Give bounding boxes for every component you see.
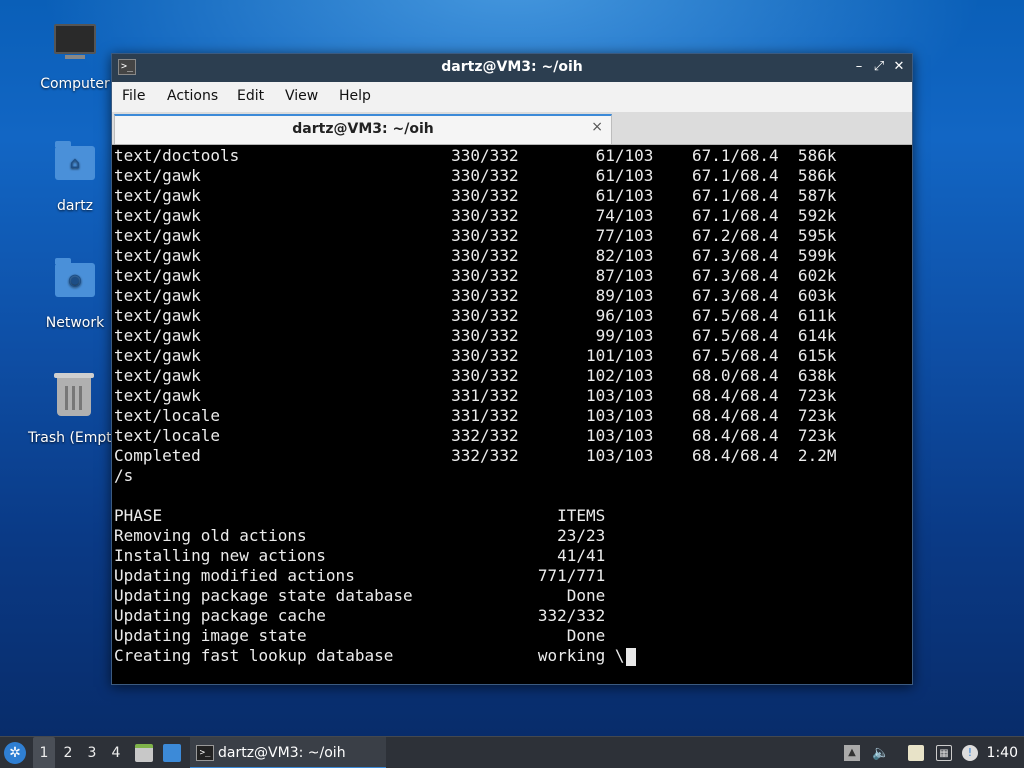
desktop-icon-label: Computer	[40, 76, 110, 92]
desktop-icon-label: Trash (Empty)	[28, 430, 123, 446]
taskbar-task-terminal[interactable]: >_ dartz@VM3: ~/oih	[190, 737, 386, 768]
terminal-line: Installing new actions 41/41	[114, 546, 606, 565]
terminal-output[interactable]: text/doctools 330/332 61/103 67.1/68.4 5…	[114, 146, 910, 682]
notification-icon[interactable]: !	[962, 745, 978, 761]
tab-label: dartz@VM3: ~/oih	[292, 121, 434, 137]
terminal-line: text/locale 332/332 103/103 68.4/68.4 72…	[114, 426, 837, 445]
terminal-line: Updating image state Done	[114, 626, 606, 645]
window-title: dartz@VM3: ~/oih	[441, 59, 583, 75]
terminal-line: Updating modified actions 771/771	[114, 566, 606, 585]
workspace-2[interactable]: 2	[57, 737, 79, 768]
show-desktop-icon[interactable]	[163, 744, 181, 762]
computer-icon	[51, 24, 99, 72]
terminal-line: text/gawk 330/332 61/103 67.1/68.4 587k	[114, 186, 837, 205]
menu-edit[interactable]: Edit	[237, 88, 264, 104]
terminal-line: text/gawk 330/332 99/103 67.5/68.4 614k	[114, 326, 837, 345]
terminal-line: Creating fast lookup database working \	[114, 646, 625, 665]
tab-bar: dartz@VM3: ~/oih ×	[112, 112, 912, 145]
terminal-line: text/locale 331/332 103/103 68.4/68.4 72…	[114, 406, 837, 425]
terminal-line: Completed 332/332 103/103 68.4/68.4 2.2M	[114, 446, 837, 465]
terminal-line: text/gawk 330/332 102/103 68.0/68.4 638k	[114, 366, 837, 385]
desktop-icon-trash[interactable]: Trash (Empty)	[25, 372, 123, 446]
maximize-button[interactable]: ⤢	[870, 58, 888, 76]
terminal-line: text/gawk 330/332 96/103 67.5/68.4 611k	[114, 306, 837, 325]
network-folder-icon: ◉	[51, 258, 99, 311]
task-label: dartz@VM3: ~/oih	[218, 745, 346, 761]
close-button[interactable]: ✕	[890, 58, 908, 76]
trash-icon	[50, 373, 98, 426]
file-manager-icon[interactable]	[135, 744, 153, 762]
terminal-line: text/gawk 330/332 77/103 67.2/68.4 595k	[114, 226, 837, 245]
window-titlebar[interactable]: >_ dartz@VM3: ~/oih – ⤢ ✕	[112, 54, 912, 82]
desktop-icon-computer[interactable]: Computer	[25, 20, 125, 92]
desktop-icon-label: dartz	[56, 198, 94, 214]
terminal-line: text/gawk 330/332 82/103 67.3/68.4 599k	[114, 246, 837, 265]
menubar: File Actions Edit View Help	[112, 82, 912, 112]
taskbar: ✲ 1 2 3 4 >_ dartz@VM3: ~/oih ▲ 🔈 ▦ ! 1:…	[0, 736, 1024, 768]
workspace-1[interactable]: 1	[33, 737, 55, 768]
tab-terminal[interactable]: dartz@VM3: ~/oih ×	[114, 114, 612, 144]
menu-actions[interactable]: Actions	[167, 88, 218, 104]
terminal-line: Removing old actions 23/23	[114, 526, 606, 545]
network-icon[interactable]: ▦	[936, 745, 952, 761]
terminal-line: /s	[114, 466, 134, 485]
terminal-line: text/gawk 331/332 103/103 68.4/68.4 723k	[114, 386, 837, 405]
terminal-cursor-line: Creating fast lookup database working \	[114, 646, 636, 666]
minimize-button[interactable]: –	[850, 58, 868, 76]
terminal-line: text/gawk 330/332 74/103 67.1/68.4 592k	[114, 206, 837, 225]
volume-icon[interactable]: 🔈	[872, 745, 889, 761]
terminal-line: Updating package cache 332/332	[114, 606, 606, 625]
terminal-task-icon: >_	[196, 745, 214, 761]
terminal-line: text/gawk 330/332 61/103 67.1/68.4 586k	[114, 166, 837, 185]
clock[interactable]: 1:40	[987, 737, 1018, 768]
eject-icon[interactable]: ▲	[844, 745, 860, 761]
menu-view[interactable]: View	[285, 88, 318, 104]
menu-help[interactable]: Help	[339, 88, 371, 104]
workspace-3[interactable]: 3	[81, 737, 103, 768]
desktop-icon-label: Network	[45, 315, 105, 331]
start-menu-icon[interactable]: ✲	[4, 742, 26, 764]
tab-close-icon[interactable]: ×	[591, 119, 603, 135]
terminal-cursor	[625, 647, 636, 666]
terminal-line: text/gawk 330/332 101/103 67.5/68.4 615k	[114, 346, 837, 365]
desktop-icon-network[interactable]: ◉ Network	[25, 255, 125, 331]
terminal-line: text/gawk 330/332 87/103 67.3/68.4 602k	[114, 266, 837, 285]
home-folder-icon: ⌂	[51, 141, 99, 194]
terminal-line: Updating package state database Done	[114, 586, 606, 605]
desktop-icon-home[interactable]: ⌂ dartz	[25, 138, 125, 214]
terminal-window[interactable]: >_ dartz@VM3: ~/oih – ⤢ ✕ File Actions E…	[111, 53, 913, 685]
terminal-line: text/gawk 330/332 89/103 67.3/68.4 603k	[114, 286, 837, 305]
terminal-line: text/doctools 330/332 61/103 67.1/68.4 5…	[114, 146, 837, 165]
clipboard-icon[interactable]	[908, 745, 924, 761]
workspace-4[interactable]: 4	[105, 737, 127, 768]
menu-file[interactable]: File	[122, 88, 145, 104]
terminal-line: PHASE ITEMS	[114, 506, 606, 525]
